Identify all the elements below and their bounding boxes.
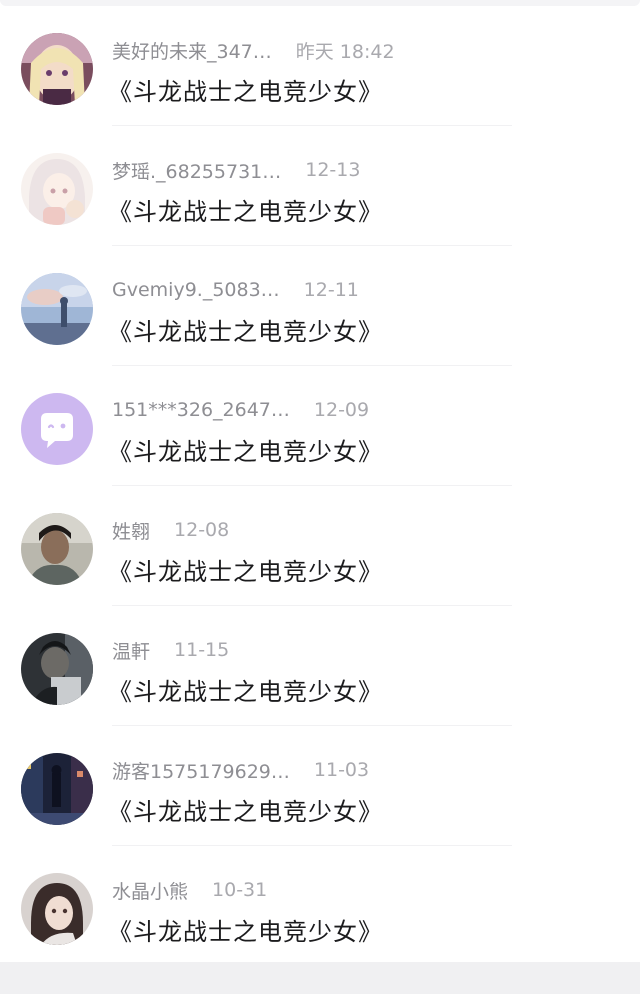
contact-name: 梦瑶._68255731… — [112, 160, 282, 183]
message-preview: 《斗龙战士之电竞少女》 — [108, 318, 383, 346]
message-time: 12-08 — [174, 519, 230, 541]
conversation-item[interactable]: 游客1575179629… 11-03 《斗龙战士之电竞少女》 — [0, 726, 640, 846]
avatar[interactable] — [21, 273, 93, 345]
message-preview: 《斗龙战士之电竞少女》 — [108, 78, 383, 106]
conversation-item[interactable]: Gvemiy9._5083… 12-11 《斗龙战士之电竞少女》 — [0, 246, 640, 366]
avatar[interactable] — [21, 873, 93, 945]
message-preview: 《斗龙战士之电竞少女》 — [108, 198, 383, 226]
message-time: 昨天 18:42 — [295, 40, 395, 63]
conversation-item[interactable]: 姓翱 12-08 《斗龙战士之电竞少女》 — [0, 486, 640, 606]
conversation-meta: 151***326_2647… 12-09 — [112, 396, 369, 424]
avatar[interactable] — [21, 633, 93, 705]
conversation-meta: 美好的未来_347… 昨天 18:42 — [112, 36, 395, 64]
avatar[interactable] — [21, 753, 93, 825]
conversation-meta: 梦瑶._68255731… 12-13 — [112, 156, 360, 184]
message-preview: 《斗龙战士之电竞少女》 — [108, 918, 383, 946]
contact-name: 姓翱 — [112, 520, 151, 543]
avatar[interactable] — [21, 153, 93, 225]
man-photo-avatar-icon — [21, 513, 93, 585]
message-time: 12-13 — [305, 159, 361, 181]
conversation-meta: 水晶小熊 10-31 — [112, 876, 267, 904]
conversation-item[interactable]: 温軒 11-15 《斗龙战士之电竞少女》 — [0, 606, 640, 726]
message-preview: 《斗龙战士之电竞少女》 — [108, 438, 383, 466]
white-haired-girl-avatar-icon — [21, 153, 93, 225]
message-time: 12-11 — [303, 279, 359, 301]
message-time: 11-15 — [174, 639, 230, 661]
contact-name: 温軒 — [112, 640, 151, 663]
conversation-item[interactable]: 美好的未来_347… 昨天 18:42 《斗龙战士之电竞少女》 — [0, 6, 640, 126]
contact-name: Gvemiy9._5083… — [112, 279, 280, 301]
dark-portrait-avatar-icon — [21, 633, 93, 705]
contact-name: 美好的未来_347… — [112, 40, 272, 63]
avatar[interactable] — [21, 33, 93, 105]
avatar[interactable] — [21, 513, 93, 585]
conversation-list: 美好的未来_347… 昨天 18:42 《斗龙战士之电竞少女》 梦瑶._6825… — [0, 0, 640, 962]
anime-girl-avatar-icon — [21, 33, 93, 105]
message-time: 10-31 — [212, 879, 268, 901]
message-preview: 《斗龙战士之电竞少女》 — [108, 678, 383, 706]
contact-name: 游客1575179629… — [112, 760, 290, 783]
girl-portrait-avatar-icon — [21, 873, 93, 945]
night-street-avatar-icon — [21, 753, 93, 825]
contact-name: 151***326_2647… — [112, 399, 290, 421]
conversation-item[interactable]: 151***326_2647… 12-09 《斗龙战士之电竞少女》 — [0, 366, 640, 486]
message-preview: 《斗龙战士之电竞少女》 — [108, 558, 383, 586]
message-preview: 《斗龙战士之电竞少女》 — [108, 798, 383, 826]
conversation-meta: Gvemiy9._5083… 12-11 — [112, 276, 359, 304]
sky-scene-avatar-icon — [21, 273, 93, 345]
bottom-bar — [0, 962, 640, 994]
chat-bubble-icon — [21, 393, 93, 465]
conversation-meta: 游客1575179629… 11-03 — [112, 756, 369, 784]
contact-name: 水晶小熊 — [112, 880, 189, 903]
avatar[interactable] — [21, 393, 93, 465]
conversation-meta: 温軒 11-15 — [112, 636, 229, 664]
conversation-item[interactable]: 梦瑶._68255731… 12-13 《斗龙战士之电竞少女》 — [0, 126, 640, 246]
message-time: 12-09 — [313, 399, 370, 421]
conversation-meta: 姓翱 12-08 — [112, 516, 229, 544]
message-time: 11-03 — [313, 759, 370, 781]
conversation-item[interactable]: 水晶小熊 10-31 《斗龙战士之电竞少女》 — [0, 846, 640, 966]
